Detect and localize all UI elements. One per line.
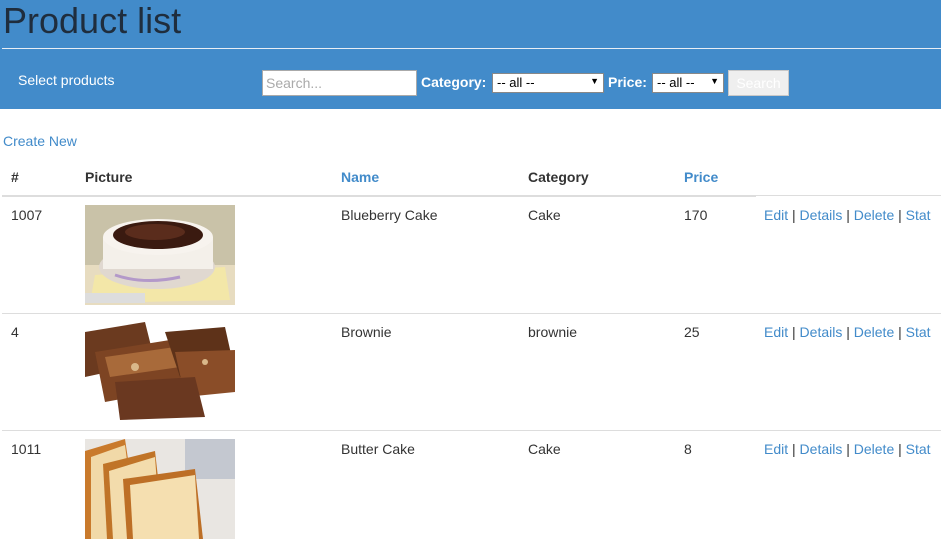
column-header-id: #	[11, 169, 19, 185]
chevron-down-icon: ▼	[590, 76, 599, 86]
search-button[interactable]: Search	[728, 70, 789, 96]
separator: |	[898, 207, 902, 223]
delete-link[interactable]: Delete	[854, 207, 894, 223]
delete-link[interactable]: Delete	[854, 324, 894, 340]
column-header-picture: Picture	[85, 169, 133, 185]
row-category: Cake	[528, 441, 561, 457]
category-selected-value: -- all --	[497, 75, 535, 90]
row-price: 25	[684, 324, 700, 340]
column-header-category: Category	[528, 169, 589, 185]
row-name: Blueberry Cake	[341, 207, 438, 223]
stat-link[interactable]: Stat	[906, 207, 931, 223]
separator: |	[898, 441, 902, 457]
separator: |	[846, 441, 850, 457]
table-row: 1011 Butter Cake Cake 8 Edit | Details |…	[2, 430, 941, 540]
separator: |	[846, 207, 850, 223]
separator: |	[792, 207, 796, 223]
category-select[interactable]: -- all -- ▼	[492, 73, 604, 93]
details-link[interactable]: Details	[800, 324, 843, 340]
column-header-name[interactable]: Name	[341, 169, 379, 185]
details-link[interactable]: Details	[800, 441, 843, 457]
search-input[interactable]	[262, 70, 417, 96]
table-row: 1007 Blueberry Cake Cake 170 Edit | Deta…	[2, 196, 941, 313]
column-header-price[interactable]: Price	[684, 169, 718, 185]
separator: |	[846, 324, 850, 340]
separator: |	[792, 324, 796, 340]
edit-link[interactable]: Edit	[764, 441, 788, 457]
details-link[interactable]: Details	[800, 207, 843, 223]
row-actions: Edit | Details | Delete | Stat	[764, 207, 931, 223]
stat-link[interactable]: Stat	[906, 324, 931, 340]
price-label: Price:	[608, 74, 647, 90]
edit-link[interactable]: Edit	[764, 324, 788, 340]
row-category: Cake	[528, 207, 561, 223]
edit-link[interactable]: Edit	[764, 207, 788, 223]
create-new-link[interactable]: Create New	[3, 133, 77, 149]
chevron-down-icon: ▼	[710, 76, 719, 86]
table-row: 4 Brownie brownie 25 Edit | Details | De…	[2, 313, 941, 430]
header-divider	[2, 48, 941, 49]
separator: |	[792, 441, 796, 457]
select-products-label: Select products	[18, 72, 115, 88]
row-id: 1011	[11, 441, 42, 457]
product-image	[85, 205, 235, 305]
page-header: Product list Select products Category: -…	[0, 0, 941, 109]
category-label: Category:	[421, 74, 487, 90]
separator: |	[898, 324, 902, 340]
row-price: 170	[684, 207, 708, 223]
product-image	[85, 322, 235, 422]
row-category: brownie	[528, 324, 578, 340]
row-id: 4	[11, 324, 19, 340]
stat-link[interactable]: Stat	[906, 441, 931, 457]
page-title: Product list	[3, 0, 182, 41]
price-select[interactable]: -- all -- ▼	[652, 73, 724, 93]
delete-link[interactable]: Delete	[854, 441, 894, 457]
row-price: 8	[684, 441, 692, 457]
price-selected-value: -- all --	[657, 75, 695, 90]
row-actions: Edit | Details | Delete | Stat	[764, 324, 931, 340]
row-name: Brownie	[341, 324, 392, 340]
row-id: 1007	[11, 207, 43, 223]
product-image	[85, 439, 235, 539]
row-name: Butter Cake	[341, 441, 415, 457]
row-actions: Edit | Details | Delete | Stat	[764, 441, 931, 457]
